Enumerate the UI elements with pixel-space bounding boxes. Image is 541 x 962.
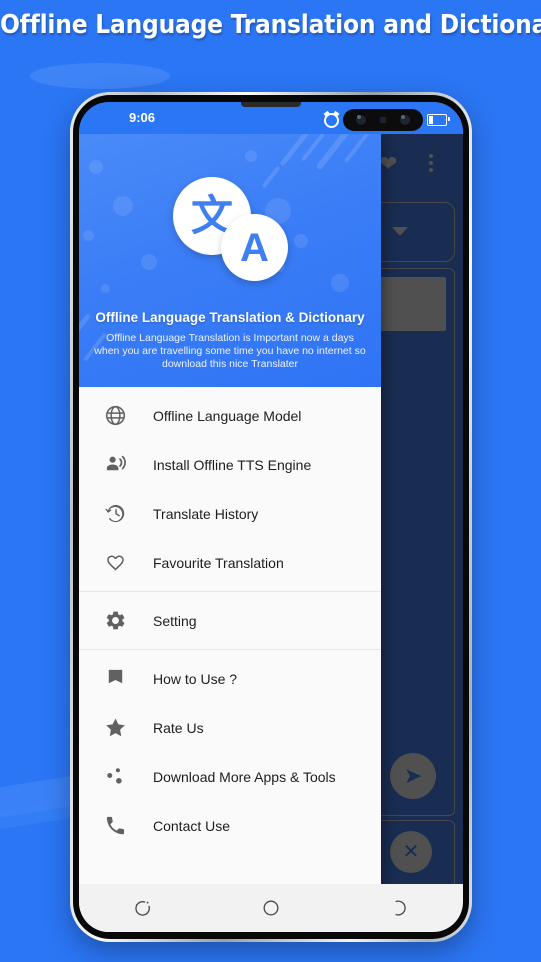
star-icon xyxy=(101,714,129,742)
menu-item-label: Install Offline TTS Engine xyxy=(153,456,312,473)
app-logo: 文 A xyxy=(173,177,288,282)
menu-item-rate-us[interactable]: Rate Us xyxy=(79,703,381,752)
menu-item-contact-use[interactable]: Contact Use xyxy=(79,801,381,850)
menu-group-settings: Setting xyxy=(79,592,381,649)
menu-group-support: How to Use ? Rate Us Download More Apps … xyxy=(79,650,381,854)
decorative-bubble xyxy=(331,274,349,292)
logo-secondary-circle: A xyxy=(221,214,288,281)
phone-icon xyxy=(101,812,129,840)
front-camera-secondary-icon xyxy=(398,113,412,127)
apps-dots-icon xyxy=(101,763,129,791)
menu-item-label: Setting xyxy=(153,612,197,629)
camera-cutout xyxy=(343,109,423,131)
decorative-bubble xyxy=(113,196,133,216)
menu-item-label: Contact Use xyxy=(153,817,231,834)
menu-item-label: Translate History xyxy=(153,505,259,522)
globe-icon xyxy=(101,402,129,430)
menu-item-label: Download More Apps & Tools xyxy=(153,768,336,785)
status-bar-time: 9:06 xyxy=(129,110,156,125)
alarm-clock-icon xyxy=(324,112,339,128)
recents-icon[interactable] xyxy=(129,894,157,922)
menu-item-favourite-translation[interactable]: Favourite Translation xyxy=(79,538,381,587)
earpiece-speaker xyxy=(241,102,301,107)
decorative-bubble xyxy=(245,150,257,162)
phone-mockup: ❤ ✓ ➤ ✕ xyxy=(70,92,472,942)
gear-icon xyxy=(101,607,129,635)
drawer-header-title: Offline Language Translation & Dictionar… xyxy=(95,310,365,325)
decorative-streak xyxy=(343,134,371,164)
menu-item-offline-language-model[interactable]: Offline Language Model xyxy=(79,391,381,440)
book-icon xyxy=(101,665,129,693)
menu-item-label: How to Use ? xyxy=(153,670,238,687)
drawer-menu: Offline Language Model Install Offline T… xyxy=(79,387,381,854)
front-camera-icon xyxy=(354,113,368,127)
home-icon[interactable] xyxy=(257,894,285,922)
menu-item-install-offline-tts-engine[interactable]: Install Offline TTS Engine xyxy=(79,440,381,489)
decorative-bubble xyxy=(89,160,103,174)
record-voice-over-icon xyxy=(101,451,129,479)
menu-item-download-more-apps[interactable]: Download More Apps & Tools xyxy=(79,752,381,801)
status-bar-indicators xyxy=(324,109,450,131)
decorative-bubble xyxy=(83,230,94,241)
system-navigation-bar xyxy=(79,884,463,932)
navigation-drawer: 文 A Offline Language Translation & Dicti… xyxy=(79,134,381,932)
history-icon xyxy=(101,500,129,528)
drawer-header: 文 A Offline Language Translation & Dicti… xyxy=(79,134,381,387)
sensor-icon xyxy=(380,117,386,123)
decorative-bubble xyxy=(101,284,110,293)
menu-item-label: Favourite Translation xyxy=(153,554,284,571)
decorative-bubble xyxy=(141,254,157,270)
back-icon[interactable] xyxy=(385,894,413,922)
menu-item-translate-history[interactable]: Translate History xyxy=(79,489,381,538)
battery-icon xyxy=(427,114,450,126)
heart-outline-icon xyxy=(101,549,129,577)
menu-group-primary: Offline Language Model Install Offline T… xyxy=(79,387,381,591)
page-title: Offline Language Translation and Diction… xyxy=(0,10,541,40)
drawer-header-description: Offline Language Translation is Importan… xyxy=(94,332,366,370)
menu-item-setting[interactable]: Setting xyxy=(79,596,381,645)
phone-screen: ❤ ✓ ➤ ✕ xyxy=(79,102,463,932)
decorative-ellipse xyxy=(30,63,170,89)
menu-item-how-to-use[interactable]: How to Use ? xyxy=(79,654,381,703)
menu-item-label: Rate Us xyxy=(153,719,204,736)
decorative-bubble xyxy=(294,234,308,248)
menu-item-label: Offline Language Model xyxy=(153,407,302,424)
